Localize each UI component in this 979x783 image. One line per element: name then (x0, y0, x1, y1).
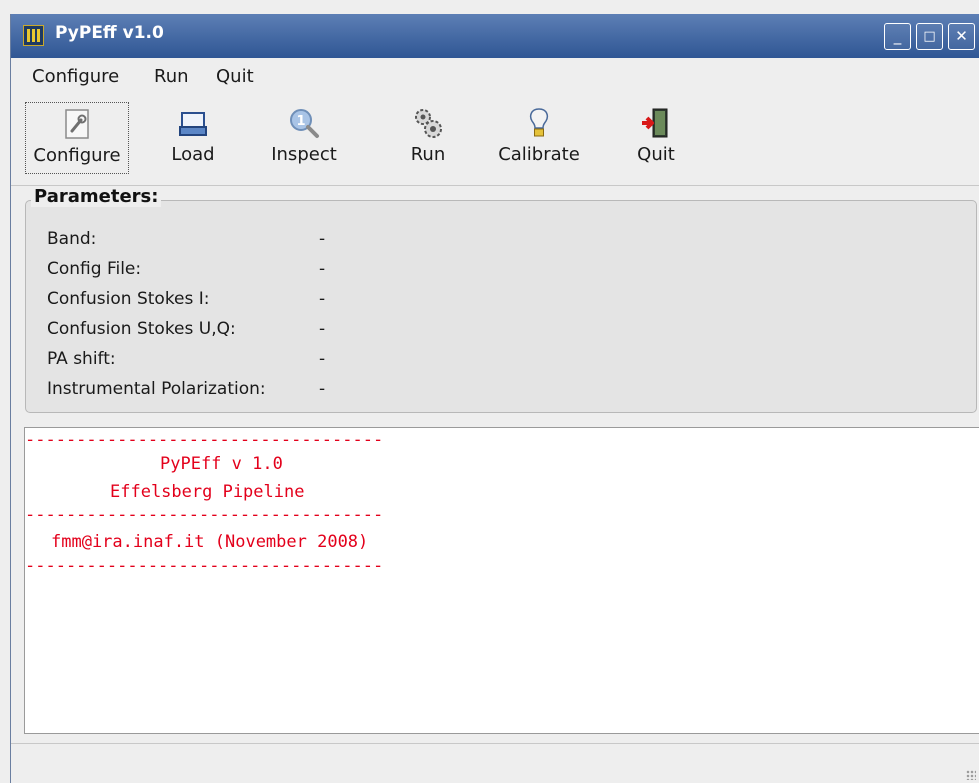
inspect-label: Inspect (271, 144, 337, 165)
load-label: Load (171, 144, 215, 165)
param-value-config-file: - (319, 259, 326, 279)
menu-run[interactable]: Run (154, 66, 189, 87)
menu-quit[interactable]: Quit (216, 66, 254, 87)
menu-configure[interactable]: Configure (32, 66, 119, 87)
console-contact: fmm@ira.inaf.it (November 2008) (51, 532, 369, 552)
param-value-band: - (319, 229, 326, 249)
console-separator: ----------------------------------- (25, 430, 384, 450)
app-window: PyPEff v1.0 _ □ ✕ Configure Run Quit Con… (10, 14, 979, 783)
quit-button[interactable]: Quit (611, 102, 701, 174)
param-label-instrumental-pol: Instrumental Polarization: (47, 379, 266, 399)
param-label-confusion-i: Confusion Stokes I: (47, 289, 210, 309)
resize-grip-icon[interactable] (966, 770, 976, 780)
gears-icon (415, 109, 442, 138)
lightbulb-icon (529, 108, 549, 137)
status-bar (11, 743, 979, 783)
app-logo-icon (23, 25, 44, 46)
param-value-confusion-i: - (319, 289, 326, 309)
configure-button[interactable]: Configure (25, 102, 129, 174)
console-separator: ----------------------------------- (25, 556, 384, 576)
calibrate-button[interactable]: Calibrate (487, 102, 591, 174)
calibrate-label: Calibrate (498, 144, 580, 165)
param-label-band: Band: (47, 229, 97, 249)
param-value-pa-shift: - (319, 349, 326, 369)
param-label-confusion-uq: Confusion Stokes U,Q: (47, 319, 236, 339)
param-label-config-file: Config File: (47, 259, 142, 279)
title-bar[interactable]: PyPEff v1.0 _ □ ✕ (11, 14, 979, 58)
parameters-title: Parameters: (31, 186, 162, 207)
param-value-confusion-uq: - (319, 319, 326, 339)
menu-bar: Configure Run Quit (11, 58, 979, 96)
load-tray-icon (179, 112, 207, 136)
exit-door-icon (642, 108, 668, 138)
console-separator: ----------------------------------- (25, 505, 384, 525)
maximize-button[interactable]: □ (916, 23, 943, 50)
configure-label: Configure (33, 145, 121, 166)
param-value-instrumental-pol: - (319, 379, 326, 399)
inspect-button[interactable]: 1 Inspect (259, 102, 349, 174)
console-program-name: PyPEff v 1.0 (160, 454, 283, 474)
load-button[interactable]: Load (148, 102, 238, 174)
minimize-button[interactable]: _ (884, 23, 911, 50)
window-title: PyPEff v1.0 (55, 23, 164, 43)
console-subtitle: Effelsberg Pipeline (110, 482, 305, 502)
svg-text:1: 1 (296, 114, 305, 129)
configure-wrench-icon (65, 109, 89, 139)
run-label: Run (410, 144, 446, 165)
close-button[interactable]: ✕ (948, 23, 975, 50)
run-button[interactable]: Run (383, 102, 473, 174)
toolbar: Configure Load 1 Inspect Run Calibrate Q… (11, 96, 979, 186)
param-label-pa-shift: PA shift: (47, 349, 116, 369)
magnifier-icon: 1 (290, 109, 319, 138)
quit-label: Quit (637, 144, 675, 165)
console-output[interactable]: ----------------------------------- PyPE… (24, 427, 979, 734)
